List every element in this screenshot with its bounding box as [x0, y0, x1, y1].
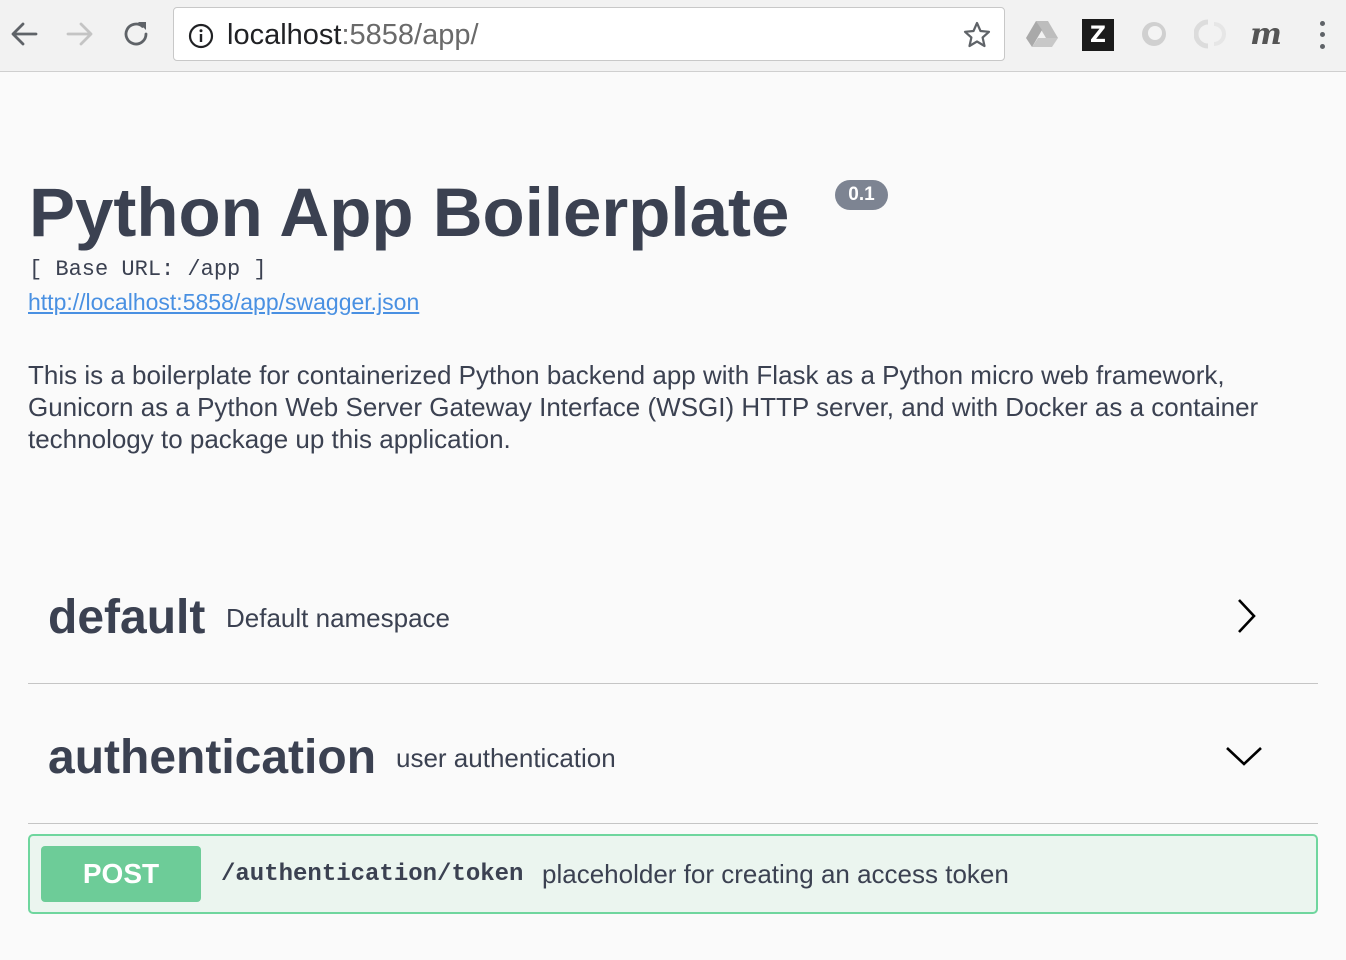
page-title: Python App Boilerplate: [29, 174, 790, 251]
chevron-right-icon[interactable]: [1230, 596, 1260, 636]
swagger-json-link[interactable]: http://localhost:5858/app/swagger.json: [28, 288, 419, 316]
arrow-left-icon: [11, 22, 38, 46]
operation-summary: placeholder for creating an access token: [542, 859, 1009, 889]
back-button[interactable]: [4, 14, 44, 54]
address-bar[interactable]: localhost:5858/app/: [173, 7, 1005, 61]
faded-ring-extension[interactable]: [1193, 17, 1227, 51]
operation-post-authentication-token[interactable]: POST /authentication/token placeholder f…: [28, 834, 1318, 914]
tag-section-authentication[interactable]: authentication user authentication: [28, 684, 1318, 824]
google-drive-extension[interactable]: [1025, 17, 1059, 51]
reload-icon: [124, 22, 148, 46]
tag-name[interactable]: default: [48, 590, 205, 646]
arrow-right-icon: [66, 22, 93, 46]
tag-name[interactable]: authentication: [48, 730, 376, 786]
tag-section-default[interactable]: default Default namespace: [28, 544, 1318, 684]
url-path: :5858/app/: [341, 19, 479, 51]
url-host: localhost: [227, 19, 342, 51]
url-text[interactable]: localhost:5858/app/: [227, 18, 479, 52]
operation-path[interactable]: /authentication/token: [221, 860, 523, 890]
ring-extension[interactable]: [1137, 17, 1171, 51]
info-icon[interactable]: [188, 23, 214, 49]
star-icon[interactable]: [962, 20, 992, 50]
base-url: [ Base URL: /app ]: [29, 257, 267, 282]
faded-ring-extension-icon: [1194, 19, 1226, 49]
m-extension-icon[interactable]: m: [1249, 17, 1283, 52]
forward-button[interactable]: [60, 14, 100, 54]
browser-toolbar: localhost:5858/app/ Z m: [0, 0, 1346, 72]
api-description: This is a boilerplate for containerized …: [28, 360, 1259, 454]
google-drive-icon: [1026, 21, 1058, 47]
tag-description: Default namespace: [226, 603, 451, 633]
more-vertical-icon[interactable]: [1310, 18, 1334, 52]
tag-description: user authentication: [396, 743, 616, 773]
zotero-icon[interactable]: Z: [1082, 19, 1114, 51]
chevron-down-icon[interactable]: [1224, 742, 1264, 770]
reload-button[interactable]: [116, 14, 156, 54]
method-badge[interactable]: POST: [41, 846, 201, 902]
version-badge: 0.1: [835, 180, 888, 210]
ring-extension-icon: [1142, 22, 1166, 46]
